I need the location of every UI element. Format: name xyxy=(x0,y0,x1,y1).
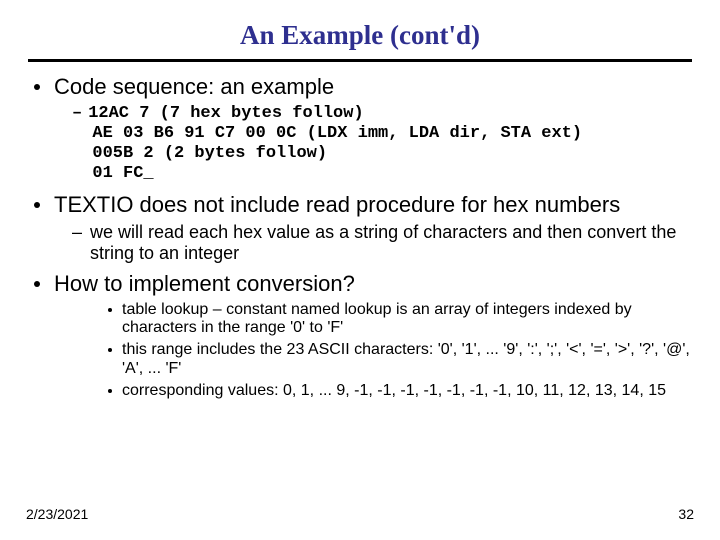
slide-title: An Example (cont'd) xyxy=(28,20,692,51)
bullet-text: we will read each hex value as a string … xyxy=(90,222,692,264)
bullet-text: How to implement conversion? xyxy=(54,271,355,297)
bullet-text: table lookup – constant named lookup is … xyxy=(122,301,692,339)
slide-footer: 2/23/2021 32 xyxy=(26,506,694,522)
bullet-text: TEXTIO does not include read procedure f… xyxy=(54,192,620,218)
bullet-dot-icon xyxy=(34,84,40,90)
slide: An Example (cont'd) Code sequence: an ex… xyxy=(0,0,720,540)
bullet-level2: – we will read each hex value as a strin… xyxy=(72,222,692,264)
bullet-level3: corresponding values: 0, 1, ... 9, -1, -… xyxy=(108,382,692,401)
bullet-text: this range includes the 23 ASCII charact… xyxy=(122,341,692,379)
bullet-dot-icon xyxy=(108,308,112,312)
bullet-level3: this range includes the 23 ASCII charact… xyxy=(108,341,692,379)
bullet-level1: How to implement conversion? xyxy=(34,271,692,297)
title-divider xyxy=(28,59,692,62)
bullet-text: corresponding values: 0, 1, ... 9, -1, -… xyxy=(122,382,666,401)
footer-date: 2/23/2021 xyxy=(26,506,88,522)
bullet-level3: table lookup – constant named lookup is … xyxy=(108,301,692,339)
footer-page-number: 32 xyxy=(678,506,694,522)
ndash-icon: – xyxy=(72,222,82,243)
bullet-dot-icon xyxy=(108,348,112,352)
bullet-level1: TEXTIO does not include read procedure f… xyxy=(34,192,692,218)
code-block: –12AC 7 (7 hex bytes follow) AE 03 B6 91… xyxy=(72,104,692,184)
bullet-dot-icon xyxy=(108,389,112,393)
bullet-dot-icon xyxy=(34,202,40,208)
code-line: 12AC 7 (7 hex bytes follow) xyxy=(88,104,363,123)
code-line: AE 03 B6 91 C7 00 0C (LDX imm, LDA dir, … xyxy=(92,124,582,143)
bullet-level1: Code sequence: an example xyxy=(34,74,692,100)
bullet-text: Code sequence: an example xyxy=(54,74,334,100)
code-line: 005B 2 (2 bytes follow) xyxy=(92,144,327,163)
bullet-dot-icon xyxy=(34,281,40,287)
code-line: 01 FC_ xyxy=(92,164,153,183)
